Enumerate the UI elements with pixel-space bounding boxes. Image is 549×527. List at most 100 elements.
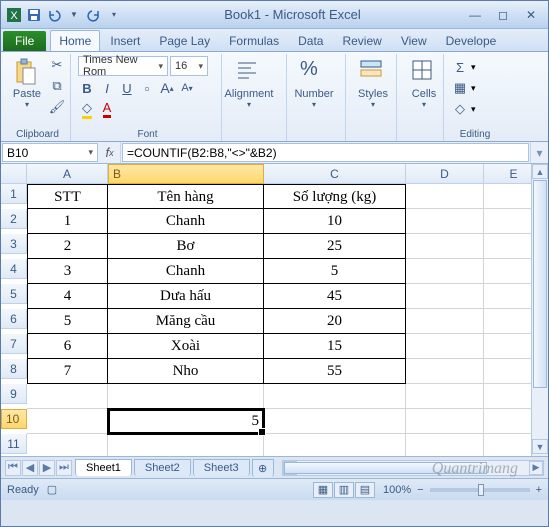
- row-header-5[interactable]: 5: [1, 284, 27, 304]
- page-layout-view-button[interactable]: ▥: [334, 482, 354, 498]
- number-button[interactable]: % Number▾: [294, 56, 334, 109]
- autosum-icon[interactable]: Σ: [451, 58, 469, 76]
- zoom-level[interactable]: 100%: [383, 484, 411, 496]
- formula-input[interactable]: =COUNTIF(B2:B8,"<>"&B2): [122, 143, 529, 162]
- file-tab[interactable]: File: [3, 31, 46, 51]
- cell-a1[interactable]: STT: [27, 184, 108, 209]
- cell-c8[interactable]: 55: [264, 359, 406, 384]
- cell-d10[interactable]: [406, 409, 484, 434]
- cell-d3[interactable]: [406, 234, 484, 259]
- new-sheet-button[interactable]: ⊕: [252, 459, 274, 477]
- row-header-2[interactable]: 2: [1, 209, 27, 229]
- scroll-right-icon[interactable]: ▶: [529, 461, 543, 475]
- cell-d9[interactable]: [406, 384, 484, 409]
- select-all-corner[interactable]: [1, 164, 27, 184]
- row-header-6[interactable]: 6: [1, 309, 27, 329]
- scroll-down-icon[interactable]: ▼: [532, 439, 548, 454]
- expand-formula-bar-icon[interactable]: ▾: [530, 142, 548, 163]
- paste-button[interactable]: Paste ▾: [9, 56, 45, 109]
- col-header-b[interactable]: B: [108, 164, 264, 184]
- cut-icon[interactable]: ✂: [48, 56, 66, 74]
- row-header-9[interactable]: 9: [1, 384, 27, 404]
- cell-c1[interactable]: Số lượng (kg): [264, 184, 406, 209]
- underline-button[interactable]: U: [118, 79, 136, 97]
- fx-button[interactable]: fx: [99, 142, 121, 163]
- cell-d7[interactable]: [406, 334, 484, 359]
- sheet-tab-3[interactable]: Sheet3: [193, 459, 250, 476]
- font-color-button[interactable]: A: [98, 100, 116, 118]
- vertical-scrollbar[interactable]: ▲ ▼: [531, 164, 548, 456]
- tab-review[interactable]: Review: [333, 30, 390, 51]
- horizontal-scrollbar[interactable]: ◀ ▶: [282, 460, 544, 476]
- italic-button[interactable]: I: [98, 79, 116, 97]
- normal-view-button[interactable]: ▦: [313, 482, 333, 498]
- cell-b11[interactable]: [108, 434, 264, 456]
- sheet-nav-prev-icon[interactable]: ◀: [22, 460, 38, 476]
- styles-button[interactable]: Styles▾: [353, 56, 393, 109]
- alignment-button[interactable]: Alignment▾: [229, 56, 269, 109]
- cell-b8[interactable]: Nho: [108, 359, 264, 384]
- save-icon[interactable]: [25, 6, 43, 24]
- border-button[interactable]: ▫: [138, 79, 156, 97]
- undo-icon[interactable]: [45, 6, 63, 24]
- cell-c4[interactable]: 5: [264, 259, 406, 284]
- row-header-4[interactable]: 4: [1, 259, 27, 279]
- row-header-10[interactable]: 10: [1, 409, 27, 429]
- scroll-thumb[interactable]: [533, 180, 547, 388]
- qat-dropdown-icon[interactable]: ▼: [65, 6, 83, 24]
- minimize-button[interactable]: —: [462, 6, 488, 24]
- scroll-up-icon[interactable]: ▲: [532, 164, 548, 179]
- cell-b9[interactable]: [108, 384, 264, 409]
- cell-b10[interactable]: 5: [108, 409, 264, 434]
- cell-b4[interactable]: Chanh: [108, 259, 264, 284]
- row-header-11[interactable]: 11: [1, 434, 27, 454]
- cell-b7[interactable]: Xoài: [108, 334, 264, 359]
- sheet-nav-last-icon[interactable]: ⏭: [56, 460, 72, 476]
- cell-b6[interactable]: Măng cầu: [108, 309, 264, 334]
- cell-d11[interactable]: [406, 434, 484, 456]
- col-header-d[interactable]: D: [406, 164, 484, 184]
- cell-a8[interactable]: 7: [27, 359, 108, 384]
- cell-b5[interactable]: Dưa hấu: [108, 284, 264, 309]
- sheet-tab-2[interactable]: Sheet2: [134, 459, 191, 476]
- qat-more-icon[interactable]: ▾: [105, 6, 123, 24]
- sheet-tab-1[interactable]: Sheet1: [75, 459, 132, 476]
- copy-icon[interactable]: ⧉: [48, 77, 66, 95]
- tab-view[interactable]: View: [392, 30, 436, 51]
- cell-a11[interactable]: [27, 434, 108, 456]
- zoom-slider-thumb[interactable]: [478, 484, 484, 496]
- close-button[interactable]: ✕: [518, 6, 544, 24]
- cell-c11[interactable]: [264, 434, 406, 456]
- font-name-select[interactable]: Times New Rom▾: [78, 56, 168, 76]
- cell-a9[interactable]: [27, 384, 108, 409]
- cell-a4[interactable]: 3: [27, 259, 108, 284]
- cell-c7[interactable]: 15: [264, 334, 406, 359]
- hscroll-thumb[interactable]: [284, 462, 487, 474]
- tab-developer[interactable]: Develope: [437, 30, 506, 51]
- cell-d5[interactable]: [406, 284, 484, 309]
- cell-a3[interactable]: 2: [27, 234, 108, 259]
- cell-a5[interactable]: 4: [27, 284, 108, 309]
- sheet-nav-first-icon[interactable]: ⏮: [5, 460, 21, 476]
- clear-icon[interactable]: ◇: [451, 100, 469, 118]
- cells-button[interactable]: Cells▾: [404, 56, 444, 109]
- cell-c3[interactable]: 25: [264, 234, 406, 259]
- cell-a7[interactable]: 6: [27, 334, 108, 359]
- cell-b3[interactable]: Bơ: [108, 234, 264, 259]
- cell-a2[interactable]: 1: [27, 209, 108, 234]
- cell-d4[interactable]: [406, 259, 484, 284]
- cell-d1[interactable]: [406, 184, 484, 209]
- cell-a10[interactable]: [27, 409, 108, 434]
- cell-c6[interactable]: 20: [264, 309, 406, 334]
- cell-d6[interactable]: [406, 309, 484, 334]
- cell-b1[interactable]: Tên hàng: [108, 184, 264, 209]
- row-header-8[interactable]: 8: [1, 359, 27, 379]
- cell-c5[interactable]: 45: [264, 284, 406, 309]
- row-header-7[interactable]: 7: [1, 334, 27, 354]
- cell-c9[interactable]: [264, 384, 406, 409]
- col-header-a[interactable]: A: [27, 164, 108, 184]
- shrink-font-button[interactable]: A▾: [178, 79, 196, 97]
- tab-insert[interactable]: Insert: [101, 30, 149, 51]
- cell-d8[interactable]: [406, 359, 484, 384]
- font-size-select[interactable]: 16▾: [170, 56, 208, 76]
